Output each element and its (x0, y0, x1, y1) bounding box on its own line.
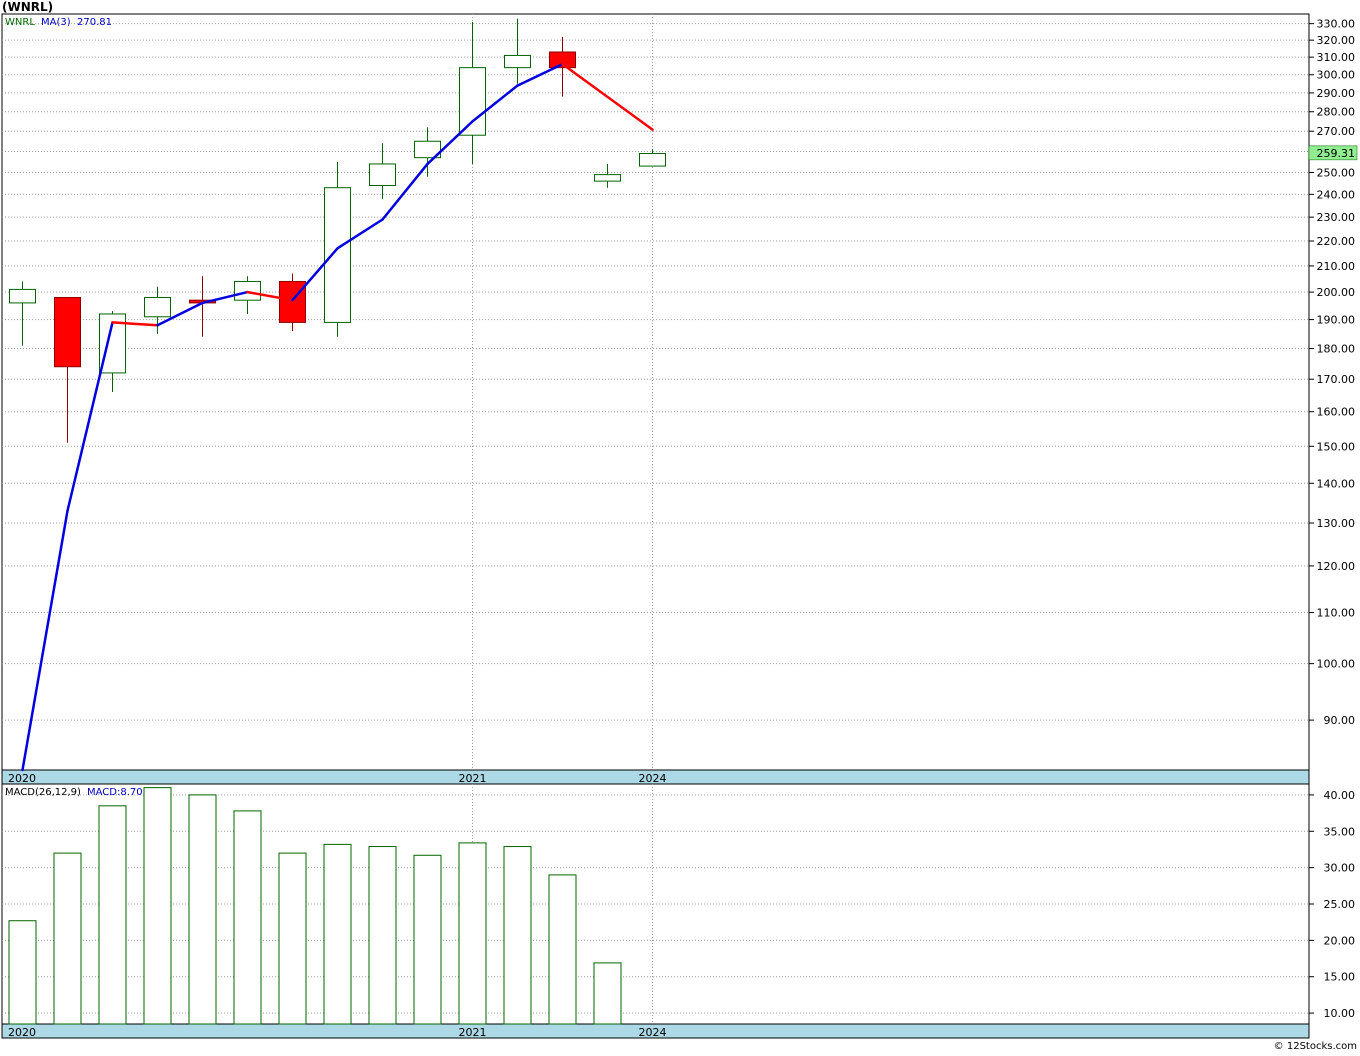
price-y-tick-label: 160.00 (1317, 406, 1356, 419)
macd-bar (188, 794, 217, 1025)
macd-bar (458, 842, 487, 1025)
macd-panel: 10.00 15.00 20.00 25.00 30.00 35.00 40.00 2020 2… (1, 783, 1356, 1039)
macd-bar (143, 787, 172, 1025)
candle-body (9, 288, 36, 304)
macd-y-tick-label: 30.00 (1324, 862, 1356, 875)
price-y-tick-label: 310.00 (1317, 51, 1356, 64)
price-y-tick-label: 280.00 (1317, 106, 1356, 119)
price-y-tick-label: 190.00 (1317, 314, 1356, 327)
macd-bar (593, 962, 622, 1025)
macd-y-tick-label: 40.00 (1324, 789, 1356, 802)
price-y-tick-label: 330.00 (1317, 18, 1356, 31)
price-y-tick-label: 180.00 (1317, 343, 1356, 356)
price-panel-frame (1, 13, 1310, 771)
macd-x-axis-tick-label: 2024 (639, 1026, 667, 1039)
price-y-tick-label: 230.00 (1317, 211, 1356, 224)
candle-body (594, 174, 621, 182)
candle-body (144, 296, 171, 318)
price-y-tick-label: 290.00 (1317, 87, 1356, 100)
footer-credit: © 12Stocks.com (1273, 1041, 1357, 1052)
candle-body (324, 187, 351, 323)
price-y-tick-label: 100.00 (1317, 658, 1356, 671)
macd-y-tick-label: 35.00 (1324, 825, 1356, 838)
macd-bar (8, 920, 37, 1025)
macd-bar (548, 874, 577, 1025)
price-y-tick-label: 170.00 (1317, 373, 1356, 386)
macd-bar (503, 846, 532, 1025)
last-price-label: 259.31 (1317, 147, 1356, 160)
macd-y-tick-label: 25.00 (1324, 898, 1356, 911)
candle-body (459, 67, 486, 136)
price-y-tick-label: 320.00 (1317, 34, 1356, 47)
legend-symbol: WNRL (5, 17, 35, 28)
macd-legend-label: MACD(26,12,9) (5, 787, 81, 798)
macd-bar (368, 846, 397, 1025)
legend-ma-label: MA(3) (41, 17, 71, 28)
price-panel: 90.00 100.00 110.00 120.00 130.00 140.00 150.0… (1, 13, 1358, 785)
price-x-axis-tick-label: 2020 (8, 772, 36, 785)
macd-bar (323, 843, 352, 1025)
candle-body (279, 280, 306, 323)
macd-y-tick-label: 10.00 (1324, 1007, 1356, 1020)
macd-legend-value: MACD:8.70 (87, 787, 143, 798)
macd-bar (233, 810, 262, 1025)
price-y-tick-label: 110.00 (1317, 607, 1356, 620)
candle-body (369, 163, 396, 186)
price-y-tick-label: 200.00 (1317, 286, 1356, 299)
price-y-tick-label: 210.00 (1317, 260, 1356, 273)
price-x-axis-tick-label: 2021 (459, 772, 487, 785)
macd-y-tick-label: 15.00 (1324, 971, 1356, 984)
candle-body (504, 54, 531, 69)
price-y-tick-label: 130.00 (1317, 517, 1356, 530)
price-y-tick-label: 250.00 (1317, 166, 1356, 179)
price-y-tick-label: 240.00 (1317, 188, 1356, 201)
price-y-tick-label: 220.00 (1317, 235, 1356, 248)
macd-x-axis-tick-label: 2021 (459, 1026, 487, 1039)
candle-body (639, 153, 666, 167)
macd-y-tick-label: 20.00 (1324, 934, 1356, 947)
legend-ma-value: 270.81 (77, 17, 112, 28)
price-y-tick-label: 150.00 (1317, 440, 1356, 453)
chart-canvas: 90.00 100.00 110.00 120.00 130.00 140.00 150.0… (1, 13, 1358, 1039)
macd-bar (53, 852, 82, 1025)
price-y-tick-label: 300.00 (1317, 69, 1356, 82)
candle-body (234, 280, 261, 301)
macd-x-axis-tick-label: 2020 (8, 1026, 36, 1039)
macd-bar (98, 805, 127, 1025)
price-y-tick-label: 90.00 (1324, 714, 1356, 727)
price-y-tick-label: 270.00 (1317, 125, 1356, 138)
price-x-axis-tick-label: 2024 (639, 772, 667, 785)
price-y-tick-label: 140.00 (1317, 477, 1356, 490)
macd-bar (413, 854, 442, 1025)
price-y-tick-label: 120.00 (1317, 560, 1356, 573)
macd-bar (278, 852, 307, 1025)
candle-body (54, 296, 81, 368)
